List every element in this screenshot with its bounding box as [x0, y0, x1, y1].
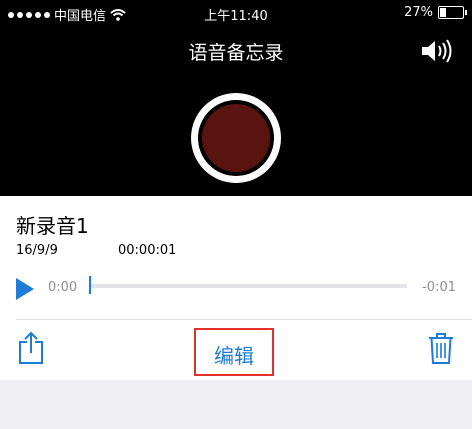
- share-icon[interactable]: [18, 331, 44, 365]
- edit-highlight: 编辑: [194, 328, 274, 376]
- edit-button[interactable]: 编辑: [196, 340, 272, 369]
- recording-card[interactable]: 新录音1 16/9/9 00:00:01 0:00 -0:01 编辑: [0, 196, 472, 380]
- recording-date: 16/9/9: [16, 243, 58, 258]
- record-core: [202, 104, 270, 172]
- recorder-header: 中国电信 上午11:40 27% 语音备忘录: [0, 0, 472, 196]
- recording-duration: 00:00:01: [118, 243, 177, 258]
- play-icon[interactable]: [16, 278, 34, 300]
- speaker-icon[interactable]: [420, 38, 454, 64]
- battery-icon: [438, 6, 467, 19]
- recording-meta: 16/9/9 00:00:01: [16, 243, 176, 258]
- status-bar: 中国电信 上午11:40 27%: [0, 5, 472, 24]
- battery-percent: 27%: [404, 5, 433, 20]
- time-remaining: -0:01: [422, 280, 456, 295]
- scrub-knob[interactable]: [89, 276, 91, 294]
- time-start: 0:00: [48, 280, 78, 295]
- battery-group: 27%: [404, 5, 467, 20]
- trash-icon[interactable]: [428, 332, 454, 364]
- record-button[interactable]: [191, 93, 281, 183]
- scrub-track[interactable]: [89, 284, 407, 288]
- status-time: 上午11:40: [204, 9, 268, 24]
- recording-name[interactable]: 新录音1: [16, 210, 89, 239]
- divider: [16, 319, 472, 320]
- page-title: 语音备忘录: [188, 42, 284, 64]
